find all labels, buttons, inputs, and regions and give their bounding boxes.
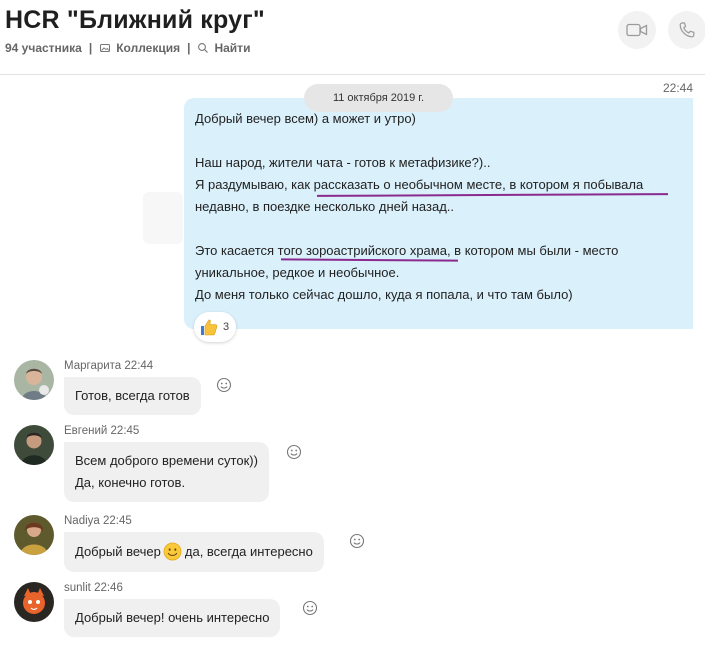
- chat-subheader: 94 участника | Коллекция | Найти: [5, 41, 250, 55]
- video-call-button[interactable]: [618, 11, 656, 49]
- message-line: Да, конечно готов.: [75, 475, 186, 490]
- author-name[interactable]: Nadiya: [64, 515, 100, 527]
- message-time: 22:45: [103, 515, 132, 527]
- message-line: Наш народ, жители чата - готов к метафиз…: [195, 155, 491, 170]
- message-bubble[interactable]: Всем доброго времени суток)) Да, конечно…: [64, 442, 269, 502]
- message-text: Добрый вечер! очень интересно: [75, 610, 270, 625]
- message-meta: Nadiya 22:45: [64, 515, 132, 527]
- reaction-count: 3: [223, 321, 230, 333]
- search-icon: [198, 43, 209, 53]
- message-text: да, всегда интересно: [184, 544, 313, 559]
- add-reaction-icon[interactable]: [302, 600, 318, 616]
- add-reaction-icon[interactable]: [349, 533, 365, 549]
- message-meta: Евгений 22:45: [64, 425, 139, 437]
- my-message-time: 22:44: [662, 81, 693, 95]
- message-line: уникальное, редкое и необычное.: [195, 265, 400, 280]
- audio-call-button[interactable]: [668, 11, 705, 49]
- separator: |: [88, 41, 93, 55]
- avatar[interactable]: [14, 515, 54, 555]
- separator: |: [187, 41, 191, 55]
- avatar[interactable]: [14, 425, 54, 465]
- message-line: Всем доброго времени суток)): [75, 453, 258, 468]
- author-name[interactable]: Евгений: [64, 425, 107, 437]
- avatar[interactable]: [14, 360, 54, 400]
- video-camera-icon: [626, 23, 648, 37]
- message-bubble[interactable]: Добрый вечер! очень интересно: [64, 599, 281, 637]
- message-time: 22:44: [124, 360, 154, 372]
- collection-link[interactable]: Коллекция: [99, 41, 180, 55]
- message-line: недавно, в поездке несколько дней назад.…: [195, 199, 454, 214]
- chat-title[interactable]: HCR "Ближний круг": [5, 6, 265, 35]
- reaction-badge[interactable]: 3: [194, 312, 236, 342]
- message-time: 22:46: [94, 582, 123, 594]
- gallery-icon: [100, 44, 111, 52]
- chat-header: HCR "Ближний круг" 94 участника | Коллек…: [0, 0, 705, 75]
- message-text: Готов, всегда готов: [75, 388, 190, 403]
- smile-emoji-icon: [163, 542, 182, 561]
- author-name[interactable]: Маргарита: [64, 360, 121, 372]
- members-count[interactable]: 94 участника: [5, 41, 82, 55]
- add-reaction-icon[interactable]: [286, 444, 302, 460]
- message-meta: Маргарита 22:44: [64, 360, 153, 372]
- background-placeholder: [143, 192, 183, 244]
- message-meta: sunlit 22:46: [64, 582, 123, 594]
- search-label: Найти: [214, 41, 251, 55]
- add-reaction-icon[interactable]: [216, 377, 232, 393]
- message-line: Добрый вечер всем) а может и утро): [195, 111, 416, 126]
- message-bubble[interactable]: Добрый вечер да, всегда интересно: [64, 532, 324, 572]
- phone-icon: [679, 22, 695, 38]
- thumbs-up-icon: [201, 319, 218, 336]
- collection-label: Коллекция: [116, 41, 181, 55]
- author-name[interactable]: sunlit: [64, 582, 91, 594]
- avatar[interactable]: [14, 582, 54, 622]
- message-line: До меня только сейчас дошло, куда я попа…: [195, 287, 573, 302]
- message-time: 22:45: [110, 425, 140, 437]
- message-text: Добрый вечер: [75, 544, 161, 559]
- search-link[interactable]: Найти: [197, 41, 250, 55]
- message-bubble[interactable]: Готов, всегда готов: [64, 377, 201, 415]
- my-message-text: Добрый вечер всем) а может и утро) Наш н…: [195, 108, 685, 306]
